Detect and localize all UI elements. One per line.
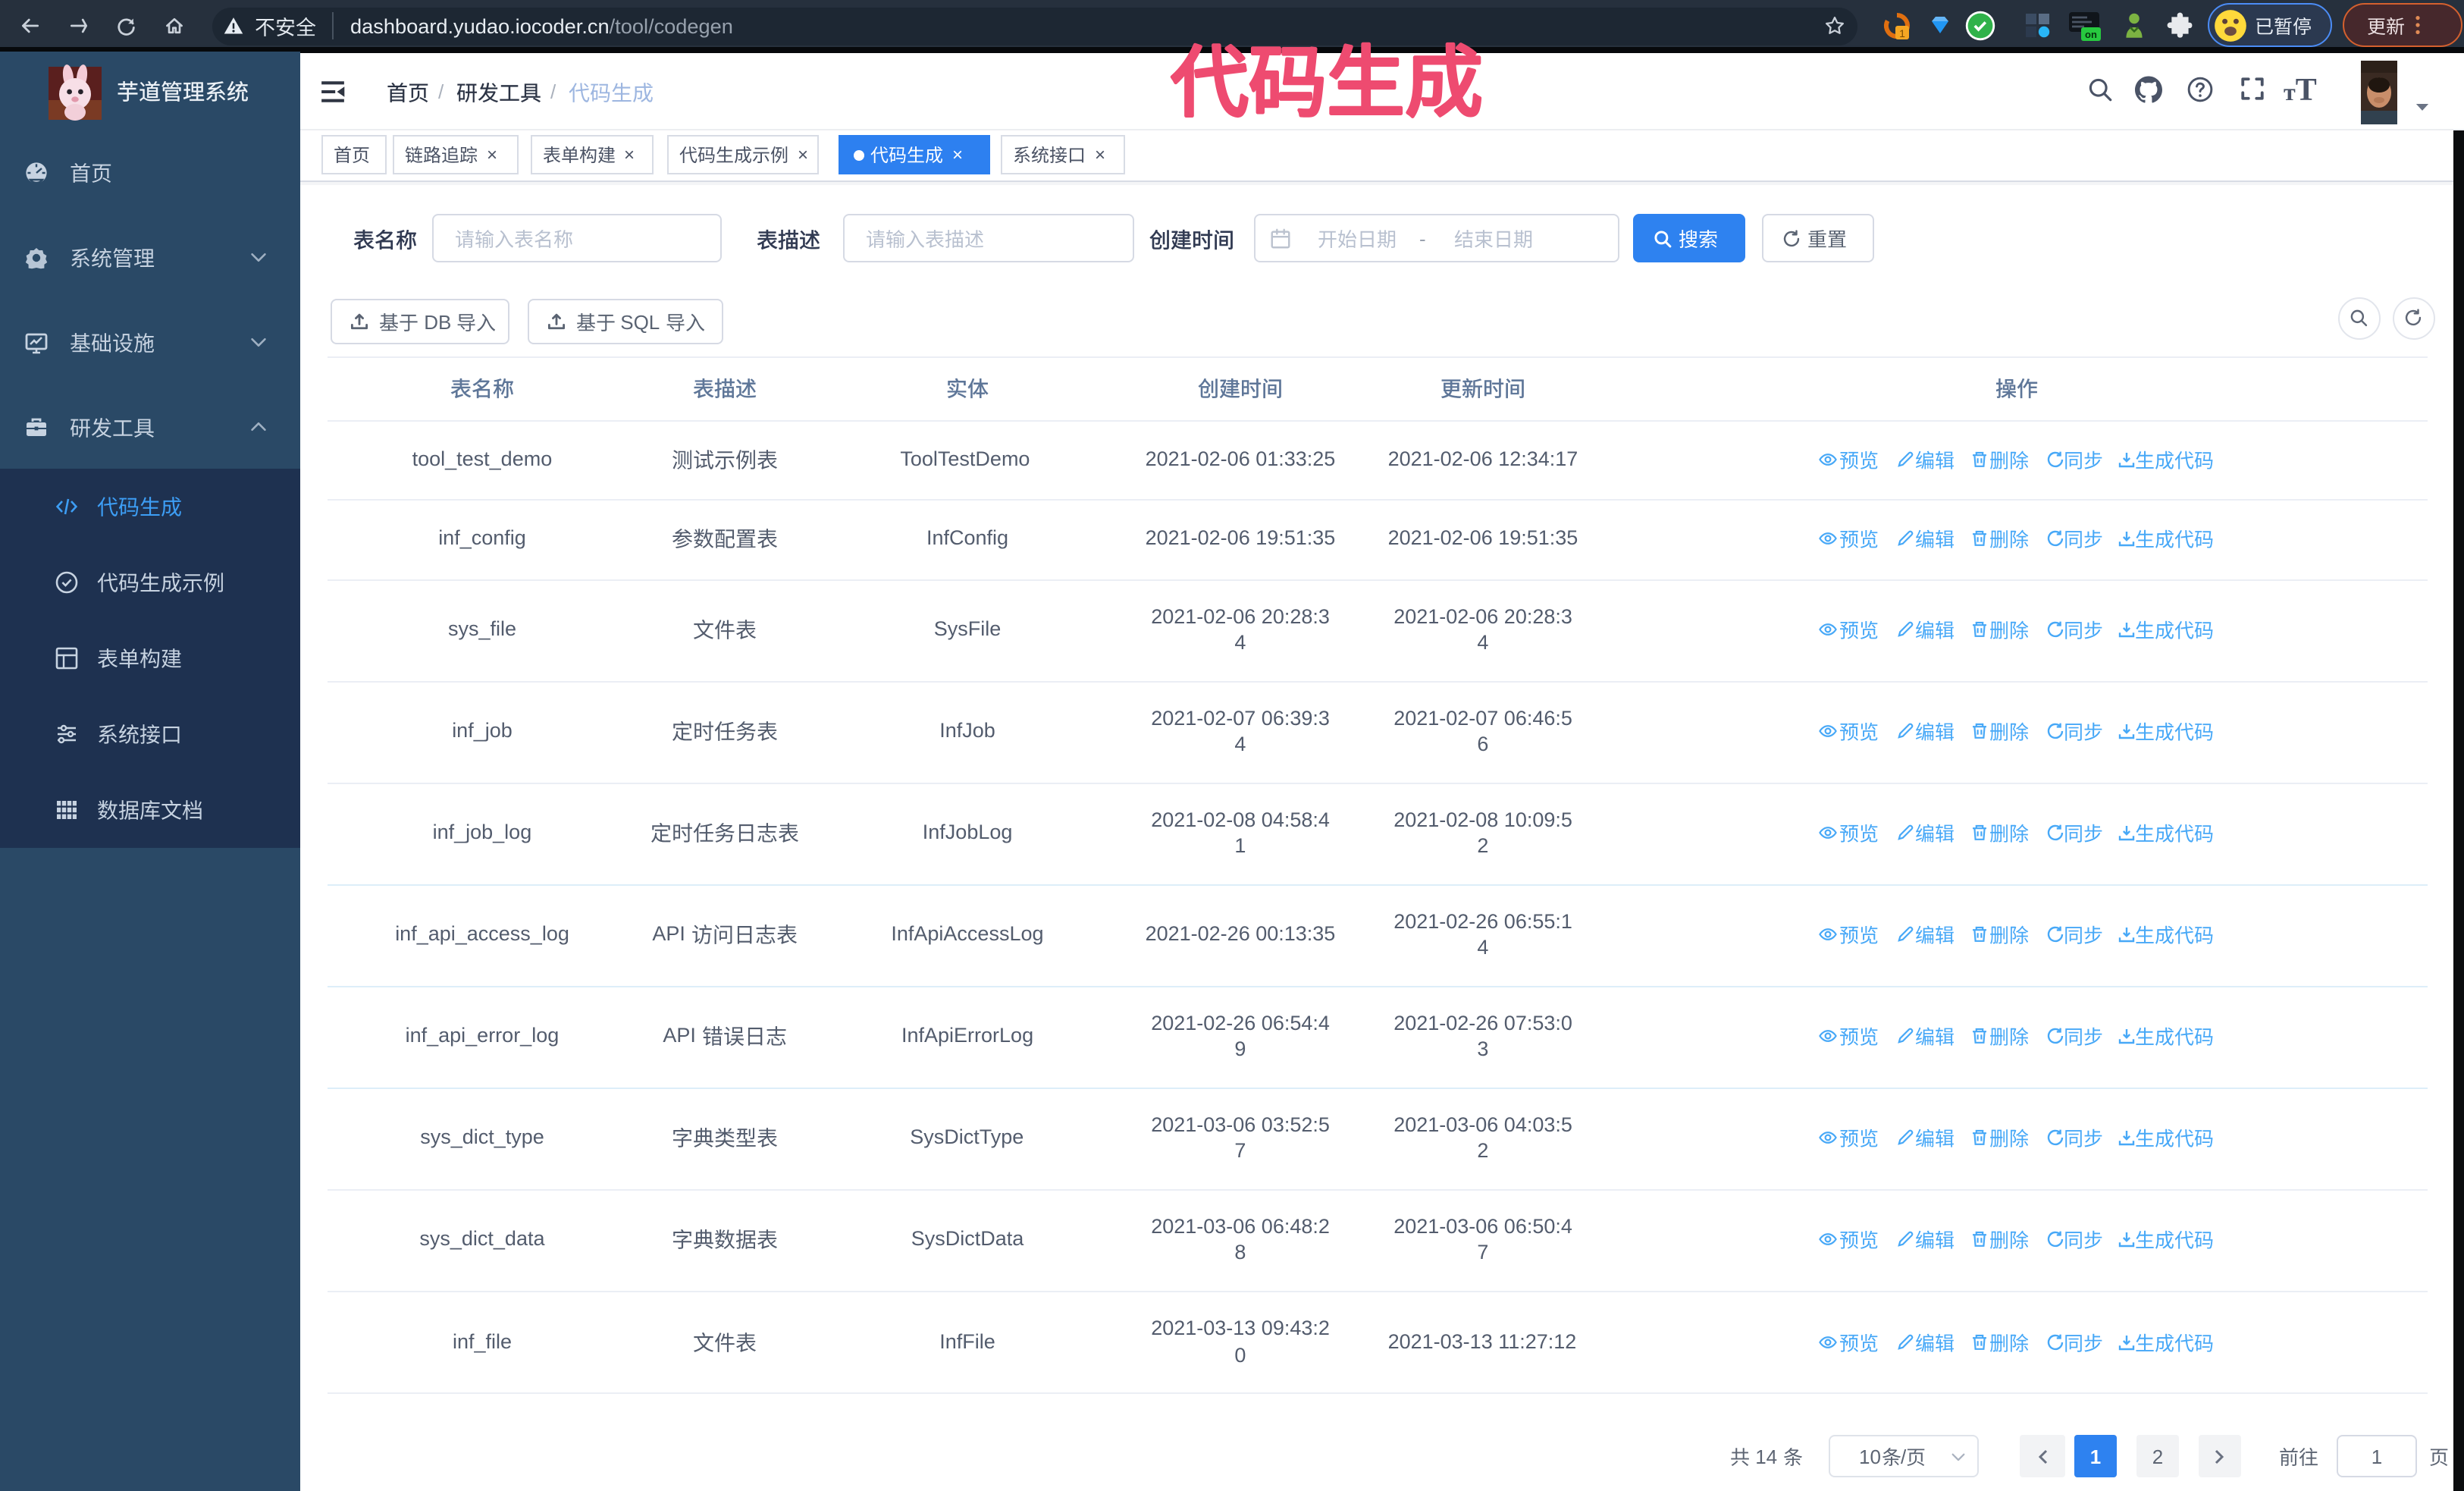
svg-text:1: 1: [1899, 27, 1905, 39]
svg-text:on: on: [2085, 29, 2097, 40]
